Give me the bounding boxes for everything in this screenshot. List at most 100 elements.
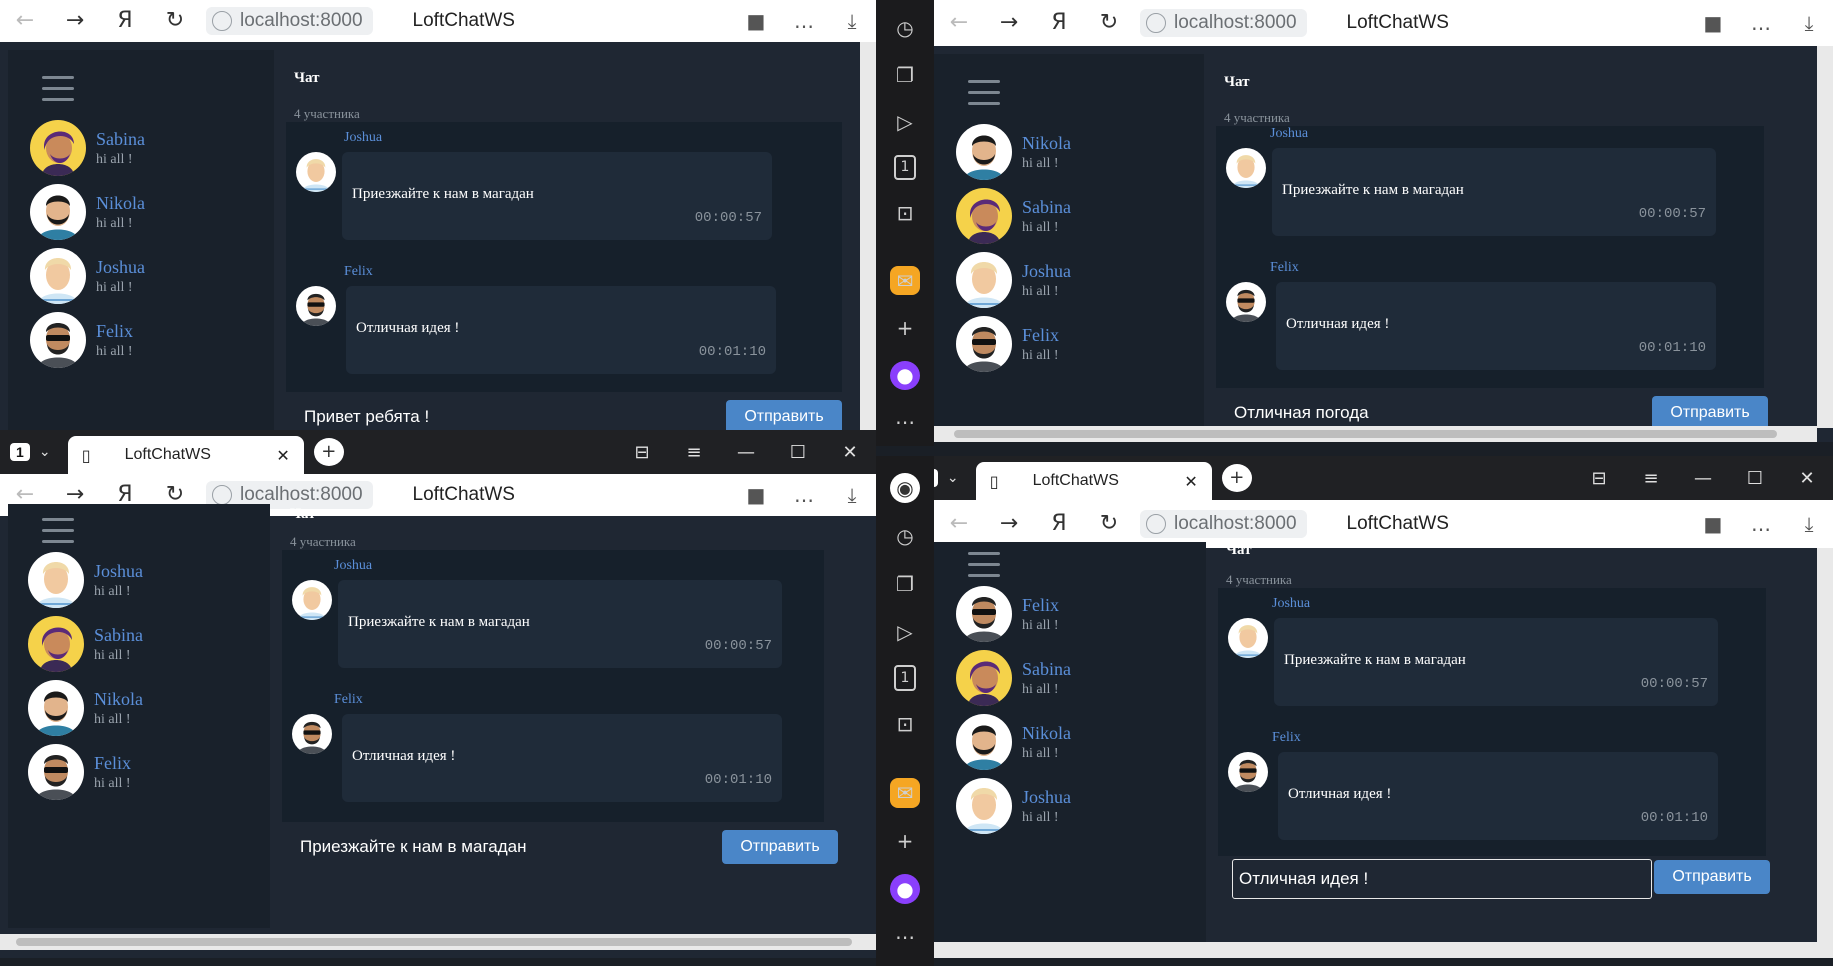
vertical-scrollbar[interactable]	[1817, 548, 1833, 958]
bookmarks-panel-icon[interactable]: ⊟	[616, 442, 668, 463]
horizontal-scrollbar[interactable]	[934, 942, 1817, 958]
back-icon[interactable]: ←	[934, 3, 984, 43]
address-bar[interactable]: localhost:8000	[206, 7, 373, 35]
minimize-icon[interactable]: —	[720, 442, 772, 463]
user-item[interactable]: Nikola hi all !	[30, 180, 145, 244]
new-tab-icon[interactable]: +	[1221, 464, 1252, 492]
yandex-icon[interactable]: Я	[100, 1, 150, 41]
message-bubble: Приезжайте к нам в магадан 00:00:57	[342, 152, 772, 240]
bookmarks-panel-icon[interactable]: ⊟	[1573, 468, 1625, 489]
user-item[interactable]: Sabina hi all !	[30, 116, 145, 180]
tab-number-icon[interactable]: 1	[894, 665, 916, 691]
bookmark-icon[interactable]: ■	[732, 9, 780, 33]
user-item[interactable]: Felix hi all !	[956, 312, 1071, 376]
alice-icon[interactable]: ●	[890, 360, 920, 390]
tab-number-icon[interactable]: 1	[894, 154, 916, 181]
user-name: Joshua	[1022, 260, 1071, 281]
bookmark-icon[interactable]: ■	[1689, 512, 1737, 536]
download-icon[interactable]: ⤓	[828, 9, 876, 33]
download-icon[interactable]: ⤓	[1785, 512, 1833, 536]
user-item[interactable]: Joshua hi all !	[28, 548, 143, 612]
bookmark-icon[interactable]: ■	[1689, 11, 1737, 35]
address-bar[interactable]: localhost:8000	[1140, 510, 1307, 538]
user-item[interactable]: Felix hi all !	[28, 740, 143, 804]
send-button[interactable]: Отправить	[722, 830, 838, 864]
tab-list-chevron-icon[interactable]: ⌄	[30, 444, 60, 460]
more-panel-icon[interactable]: ⋯	[890, 408, 920, 437]
message-input[interactable]: Приезжайте к нам в магадан	[300, 837, 527, 857]
history-icon[interactable]: ◷	[890, 13, 920, 42]
browser-tab[interactable]: ▯ LoftChatWS ✕	[975, 462, 1212, 500]
reload-icon[interactable]: ↻	[1084, 3, 1134, 43]
reload-icon[interactable]: ↻	[1084, 504, 1134, 544]
menu-icon[interactable]	[42, 518, 74, 551]
send-button[interactable]: Отправить	[1652, 396, 1768, 430]
profile-icon[interactable]: ◉	[890, 473, 920, 503]
user-item[interactable]: Sabina hi all !	[956, 646, 1071, 710]
user-item[interactable]: Joshua hi all !	[956, 774, 1071, 838]
back-icon[interactable]: ←	[934, 504, 984, 544]
address-bar[interactable]: localhost:8000	[1140, 9, 1307, 37]
back-icon[interactable]: ←	[0, 1, 50, 41]
video-icon[interactable]: ▷	[890, 617, 920, 647]
user-item[interactable]: Sabina hi all !	[956, 184, 1071, 248]
user-item[interactable]: Nikola hi all !	[956, 120, 1071, 184]
close-window-icon[interactable]: ✕	[824, 442, 876, 463]
yandex-icon[interactable]: Я	[1034, 3, 1084, 43]
history-icon[interactable]: ◷	[890, 521, 920, 551]
vertical-scrollbar[interactable]	[1817, 46, 1833, 428]
forward-icon[interactable]: →	[984, 3, 1034, 43]
user-item[interactable]: Felix hi all !	[30, 308, 145, 372]
menu-icon[interactable]: ≡	[668, 442, 720, 463]
collections-icon[interactable]: ❐	[890, 60, 920, 89]
send-button[interactable]: Отправить	[726, 400, 842, 430]
tab-list-chevron-icon[interactable]: ⌄	[938, 470, 968, 486]
maximize-icon[interactable]: ☐	[772, 442, 824, 463]
forward-icon[interactable]: →	[984, 504, 1034, 544]
message-input[interactable]: Отличная идея !	[1232, 859, 1652, 899]
close-window-icon[interactable]: ✕	[1781, 468, 1833, 489]
mail-icon[interactable]: ✉	[890, 778, 920, 808]
collections-icon[interactable]: ❐	[890, 569, 920, 599]
reload-icon[interactable]: ↻	[150, 1, 200, 41]
add-icon[interactable]: +	[890, 313, 920, 342]
message-input[interactable]: Отличная погода	[1234, 403, 1369, 423]
more-panel-icon[interactable]: ⋯	[890, 922, 920, 952]
horizontal-scrollbar[interactable]	[0, 934, 876, 950]
menu-icon[interactable]: ≡	[1625, 468, 1677, 489]
message-bubble: Отличная идея ! 00:01:10	[342, 714, 782, 802]
close-tab-icon[interactable]: ✕	[276, 446, 289, 465]
user-item[interactable]: Joshua hi all !	[956, 248, 1071, 312]
menu-icon[interactable]	[968, 80, 1000, 113]
maximize-icon[interactable]: ☐	[1729, 468, 1781, 489]
more-icon[interactable]: …	[1737, 11, 1785, 35]
user-item[interactable]: Sabina hi all !	[28, 612, 143, 676]
add-icon[interactable]: +	[890, 826, 920, 856]
screenshot-icon[interactable]: ⊡	[890, 709, 920, 739]
more-icon[interactable]: …	[1737, 512, 1785, 536]
yandex-icon[interactable]: Я	[1034, 504, 1084, 544]
download-icon[interactable]: ⤓	[1785, 11, 1833, 35]
user-item[interactable]: Nikola hi all !	[28, 676, 143, 740]
video-icon[interactable]: ▷	[890, 107, 920, 136]
close-tab-icon[interactable]: ✕	[1184, 472, 1197, 491]
more-icon[interactable]: …	[780, 9, 828, 33]
horizontal-scrollbar[interactable]	[934, 426, 1817, 442]
tab-counter[interactable]: 1	[10, 443, 30, 461]
forward-icon[interactable]: →	[50, 1, 100, 41]
chat-page: Sabina hi all ! Nikola hi all ! Joshua hi a…	[0, 42, 876, 430]
screenshot-icon[interactable]: ⊡	[890, 198, 920, 227]
mail-icon[interactable]: ✉	[890, 266, 920, 296]
user-item[interactable]: Nikola hi all !	[956, 710, 1071, 774]
browser-tab[interactable]: ▯ LoftChatWS ✕	[67, 436, 304, 474]
user-item[interactable]: Joshua hi all !	[30, 244, 145, 308]
send-button[interactable]: Отправить	[1654, 860, 1770, 894]
menu-icon[interactable]	[968, 552, 1000, 585]
vertical-scrollbar[interactable]	[860, 42, 876, 430]
alice-icon[interactable]: ●	[890, 874, 920, 904]
user-item[interactable]: Felix hi all !	[956, 582, 1071, 646]
message-input[interactable]: Привет ребята !	[304, 407, 429, 427]
minimize-icon[interactable]: —	[1677, 468, 1729, 489]
new-tab-icon[interactable]: +	[313, 438, 344, 466]
menu-icon[interactable]	[42, 76, 74, 109]
